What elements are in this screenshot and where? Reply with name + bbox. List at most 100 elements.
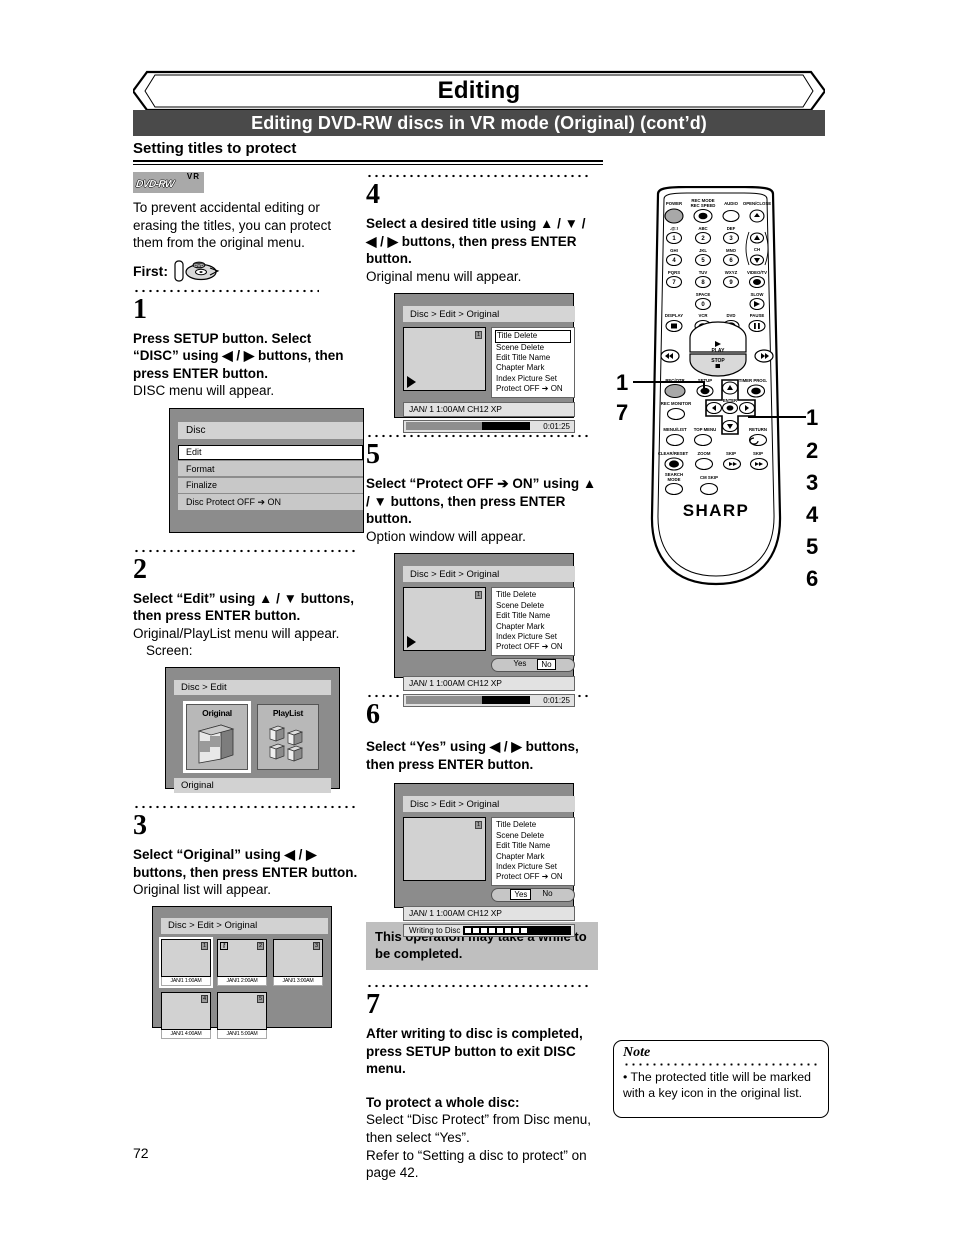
option-scene-delete[interactable]: Scene Delete: [495, 601, 571, 611]
op-card-playlist[interactable]: PlayList: [257, 704, 319, 771]
manual-page: Editing Editing DVD-RW discs in VR mode …: [0, 0, 954, 1235]
svg-text:TUV: TUV: [699, 270, 708, 275]
list-item[interactable]: 5 JAN/1 5:00AM: [217, 991, 267, 1039]
disc-menu-item-finalize[interactable]: Finalize: [178, 477, 363, 493]
svg-text:PLAY: PLAY: [712, 348, 726, 354]
op-breadcrumb: Disc > Edit: [174, 680, 331, 696]
option-edit-title-name[interactable]: Edit Title Name: [495, 841, 571, 851]
no-button[interactable]: No: [539, 889, 555, 900]
title-preview: 1: [403, 817, 486, 882]
callout-right-2: 2: [806, 438, 819, 463]
svg-text:ZOOM: ZOOM: [698, 451, 711, 456]
svg-text:PQRS: PQRS: [668, 270, 680, 275]
callout-right-6: 6: [806, 566, 819, 591]
op-footer: Original: [174, 778, 331, 794]
op-card-original[interactable]: Original: [183, 701, 251, 774]
disc-menu-item-format[interactable]: Format: [178, 461, 363, 477]
list-item[interactable]: ⚷ 2 JAN/1 2:00AM: [217, 938, 267, 986]
svg-text:DVD: DVD: [194, 263, 204, 268]
option-protect-off-on[interactable]: Protect OFF ➔ ON: [495, 384, 571, 394]
option-title-delete[interactable]: Title Delete: [495, 590, 571, 600]
option-scene-delete[interactable]: Scene Delete: [495, 343, 571, 353]
key-icon: ⚷: [220, 941, 228, 950]
edit-screen-step5: Disc > Edit > Original 1 Title Delete Sc…: [394, 553, 575, 707]
step-number-1: 1: [133, 293, 147, 325]
step-number-5: 5: [366, 439, 380, 471]
svg-text:MODE: MODE: [668, 477, 681, 482]
step-6-instruction: Select “Yes” using ◀ / ▶ buttons, then p…: [366, 739, 579, 772]
step-number-2: 2: [133, 553, 147, 585]
option-title-delete[interactable]: Title Delete: [495, 820, 571, 830]
preview-index: 1: [475, 591, 482, 600]
list-item[interactable]: 3 JAN/1 3:00AM: [273, 938, 323, 986]
svg-text:SLOW: SLOW: [751, 292, 765, 297]
thumb-index: 2: [257, 941, 264, 950]
option-chapter-mark[interactable]: Chapter Mark: [495, 363, 571, 373]
writing-blocks: [463, 925, 571, 935]
writing-status: Writing to Disc: [409, 925, 461, 935]
original-cube-icon: [197, 724, 235, 764]
disc-menu-item-edit[interactable]: Edit: [178, 444, 363, 460]
option-index-picture-set[interactable]: Index Picture Set: [495, 632, 571, 642]
list-item[interactable]: 4 JAN/1 4:00AM: [161, 991, 211, 1039]
step-number-4: 4: [366, 179, 380, 210]
svg-text:GHI: GHI: [670, 248, 678, 253]
step-5-instruction: Select “Protect OFF ➔ ON” using ▲ / ▼ bu…: [366, 476, 597, 527]
svg-text:WXYZ: WXYZ: [725, 270, 738, 275]
step-separator-1: [133, 286, 319, 295]
option-edit-title-name[interactable]: Edit Title Name: [495, 611, 571, 621]
thumb-index: 5: [257, 994, 264, 1003]
edit-screen-body-5: Disc > Edit > Original 1 Title Delete Sc…: [403, 566, 575, 707]
yes-button[interactable]: Yes: [510, 659, 529, 670]
no-button[interactable]: No: [537, 659, 556, 671]
disc-menu-item-disc-protect[interactable]: Disc Protect OFF ➔ ON: [178, 494, 363, 511]
section-rule: [133, 160, 603, 165]
callout-left-1: 1: [616, 370, 629, 395]
svg-text:MNO: MNO: [726, 248, 737, 253]
callout-leader-left-h: [633, 381, 705, 383]
option-index-picture-set[interactable]: Index Picture Set: [495, 374, 571, 384]
option-protect-off-on[interactable]: Protect OFF ➔ ON: [495, 642, 571, 653]
title-info-bar: JAN/ 1 1:00AM CH12 XP: [403, 675, 575, 691]
page-banner: Editing: [133, 70, 825, 112]
title-progress-bar: 0:01:25: [403, 693, 575, 707]
list-item[interactable]: 1 JAN/1 1:00AM: [159, 936, 213, 988]
callout-right-1: 1: [806, 405, 819, 430]
option-protect-off-on[interactable]: Protect OFF ➔ ON: [495, 872, 571, 883]
yes-button[interactable]: Yes: [510, 889, 532, 901]
first-step-row: First: DVD: [133, 259, 358, 283]
svg-text:DVD: DVD: [726, 313, 735, 318]
option-title-delete[interactable]: Title Delete: [495, 330, 571, 343]
svg-text:POWER: POWER: [666, 201, 683, 206]
thumb-index: 4: [201, 994, 208, 1003]
svg-text:TOP MENU: TOP MENU: [694, 427, 717, 432]
svg-text:CLEAR/RESET: CLEAR/RESET: [658, 451, 689, 456]
step-1-instruction: Press SETUP button. Select “DISC” using …: [133, 330, 344, 381]
title-progress-bar: 0:01:25: [403, 419, 575, 433]
option-index-picture-set[interactable]: Index Picture Set: [495, 862, 571, 872]
remote-control-illustration: POWER REC MODE REC SPEED AUDIO OPEN/CLOSE…: [628, 185, 828, 596]
playlist-cubes-icon: [268, 725, 304, 762]
svg-text:STOP: STOP: [711, 358, 725, 364]
option-scene-delete[interactable]: Scene Delete: [495, 831, 571, 841]
play-icon: [407, 636, 416, 649]
disc-menu-body: Disc Edit Format Finalize Disc Protect O…: [178, 421, 363, 540]
callout-right-4: 4: [806, 502, 819, 527]
edit-breadcrumb: Disc > Edit > Original: [403, 796, 575, 813]
original-list-screen: Disc > Edit > Original 1 JAN/1 1:00AM ⚷ …: [152, 905, 332, 1039]
svg-text:AUDIO: AUDIO: [724, 201, 739, 206]
svg-text:JKL: JKL: [699, 248, 707, 253]
thumb-label: JAN/1 2:00AM: [217, 976, 267, 986]
intro-paragraph: To prevent accidental editing or erasing…: [133, 200, 332, 251]
svg-text:SKIP: SKIP: [726, 451, 736, 456]
svg-text:PAUSE: PAUSE: [750, 313, 765, 318]
step-number-7: 7: [366, 989, 380, 1021]
option-chapter-mark[interactable]: Chapter Mark: [495, 852, 571, 862]
thumb-label: JAN/1 5:00AM: [217, 1029, 267, 1039]
option-chapter-mark[interactable]: Chapter Mark: [495, 622, 571, 632]
thumb-label: JAN/1 4:00AM: [161, 1029, 211, 1039]
disc-menu-items: Edit Format Finalize Disc Protect OFF ➔ …: [178, 444, 363, 511]
option-edit-title-name[interactable]: Edit Title Name: [495, 353, 571, 363]
callout-left-7: 7: [616, 400, 629, 425]
title-info-bar: JAN/ 1 1:00AM CH12 XP: [403, 401, 575, 417]
